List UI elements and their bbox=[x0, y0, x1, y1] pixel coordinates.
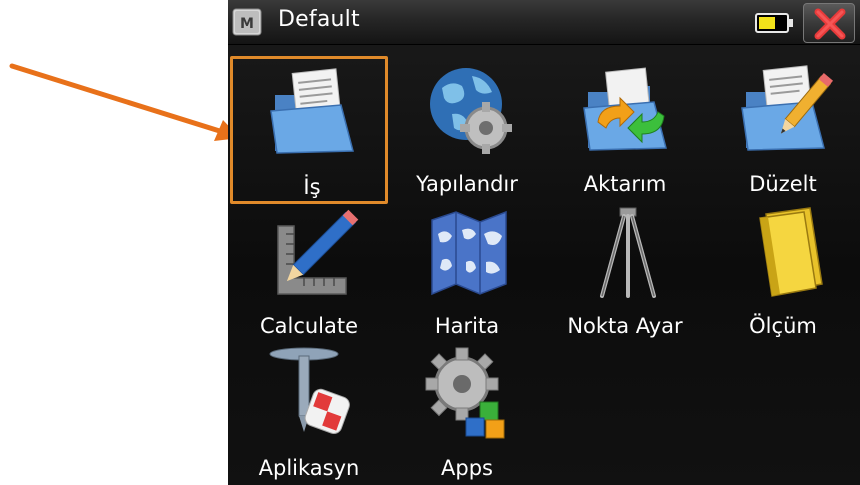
tripod-icon bbox=[600, 207, 656, 298]
menu-item-label: Calculate bbox=[259, 314, 359, 338]
gear-blocks-icon bbox=[425, 347, 505, 439]
annotation-arrow-icon bbox=[9, 63, 240, 141]
menu-item-apps[interactable]: Apps bbox=[388, 340, 546, 485]
menu-item-nokta-ayar[interactable]: Nokta Ayar bbox=[546, 198, 704, 346]
battery-icon bbox=[755, 13, 793, 33]
menu-item-label: Nokta Ayar bbox=[567, 314, 683, 338]
menu-item-label: Yapılandır bbox=[416, 172, 518, 196]
menu-item-is[interactable]: İş bbox=[230, 56, 388, 204]
folder-pencil-icon bbox=[741, 65, 834, 151]
menu-item-label: Aktarım bbox=[583, 172, 667, 196]
menu-item-aktarim[interactable]: Aktarım bbox=[546, 56, 704, 204]
survey-nail-icon bbox=[269, 347, 350, 435]
menu-item-yapilandir[interactable]: Yapılandır bbox=[388, 56, 546, 204]
logo-letter: M bbox=[240, 16, 254, 32]
menu-item-harita[interactable]: Harita bbox=[388, 198, 546, 346]
folder-transfer-icon bbox=[583, 67, 667, 151]
screenshot-stage: M Default İş Yapılandır Aktarım Düzelt C… bbox=[0, 0, 860, 485]
menu-item-label: Aplikasyn bbox=[258, 456, 360, 480]
menu-item-aplikasyn[interactable]: Aplikasyn bbox=[230, 340, 388, 485]
title-bar: M Default bbox=[228, 0, 860, 45]
menu-item-label: Harita bbox=[434, 314, 500, 338]
menu-item-calculate[interactable]: Calculate bbox=[230, 198, 388, 346]
map-icon bbox=[431, 210, 507, 296]
folder-document-icon bbox=[270, 68, 354, 154]
notebook-icon bbox=[759, 207, 823, 297]
m-logo-icon[interactable]: M bbox=[232, 8, 262, 36]
close-button[interactable] bbox=[803, 3, 855, 43]
menu-item-label: Apps bbox=[441, 456, 493, 480]
menu-item-duzelt[interactable]: Düzelt bbox=[704, 56, 860, 204]
globe-gear-icon bbox=[430, 68, 512, 154]
menu-item-label: Ölçüm bbox=[749, 314, 817, 338]
pencil-ruler-icon bbox=[277, 209, 359, 295]
close-x-icon bbox=[814, 8, 846, 40]
menu-item-label: İş bbox=[303, 175, 321, 199]
menu-item-olcum[interactable]: Ölçüm bbox=[704, 198, 860, 346]
menu-item-label: Düzelt bbox=[749, 172, 817, 196]
menu-grid: İş Yapılandır Aktarım Düzelt Calculate H… bbox=[228, 50, 860, 485]
window-title: Default bbox=[278, 7, 360, 32]
device-screen: M Default İş Yapılandır Aktarım Düzelt C… bbox=[228, 0, 860, 485]
